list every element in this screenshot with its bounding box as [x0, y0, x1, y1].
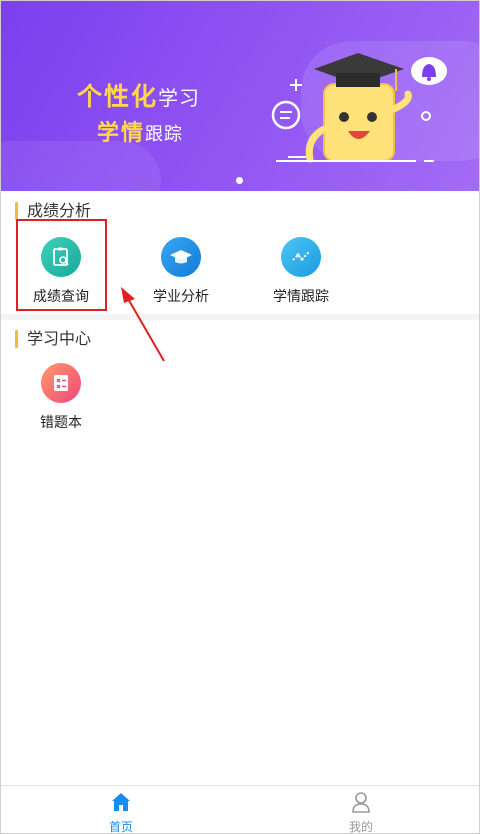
tab-home-label: 首页 — [108, 820, 133, 834]
section-title-score-analysis: 成绩分析 — [15, 201, 91, 221]
wrong-questions-notebook-icon — [41, 363, 81, 403]
wrong-questions-button[interactable]: 错题本 — [16, 363, 106, 432]
annotation-arrow-icon — [121, 287, 165, 362]
app-screen: 个性化学习 学情跟踪 成绩分析 成绩查询 学业分析 学情跟踪 学习中心 错题本 … — [0, 0, 480, 834]
tab-home[interactable]: 首页 — [81, 790, 161, 834]
tab-me-label: 我的 — [348, 820, 373, 834]
section-divider — [1, 314, 479, 320]
chat-bubble-icon — [271, 100, 301, 130]
tab-me[interactable]: 我的 — [321, 790, 401, 834]
annotation-highlight-box — [16, 219, 107, 311]
promo-banner[interactable]: 个性化学习 学情跟踪 — [1, 1, 479, 191]
section-title-learning-center: 学习中心 — [15, 329, 91, 349]
learning-tracking-label: 学情跟踪 — [273, 289, 329, 305]
graduation-cap-icon — [161, 237, 201, 277]
carousel-indicator[interactable] — [236, 177, 243, 184]
wrong-questions-label: 错题本 — [40, 415, 82, 431]
banner-decoration — [1, 141, 161, 191]
banner-slogan-line1: 个性化学习 — [77, 82, 201, 111]
mascot-illustration — [271, 53, 447, 163]
user-icon — [321, 790, 401, 814]
bottom-tab-bar: 首页 我的 — [1, 785, 479, 834]
bell-icon — [411, 57, 447, 85]
banner-slogan-line2: 学情跟踪 — [97, 121, 184, 146]
home-icon — [81, 790, 161, 814]
trend-line-icon — [281, 237, 321, 277]
learning-tracking-button[interactable]: 学情跟踪 — [256, 237, 346, 306]
